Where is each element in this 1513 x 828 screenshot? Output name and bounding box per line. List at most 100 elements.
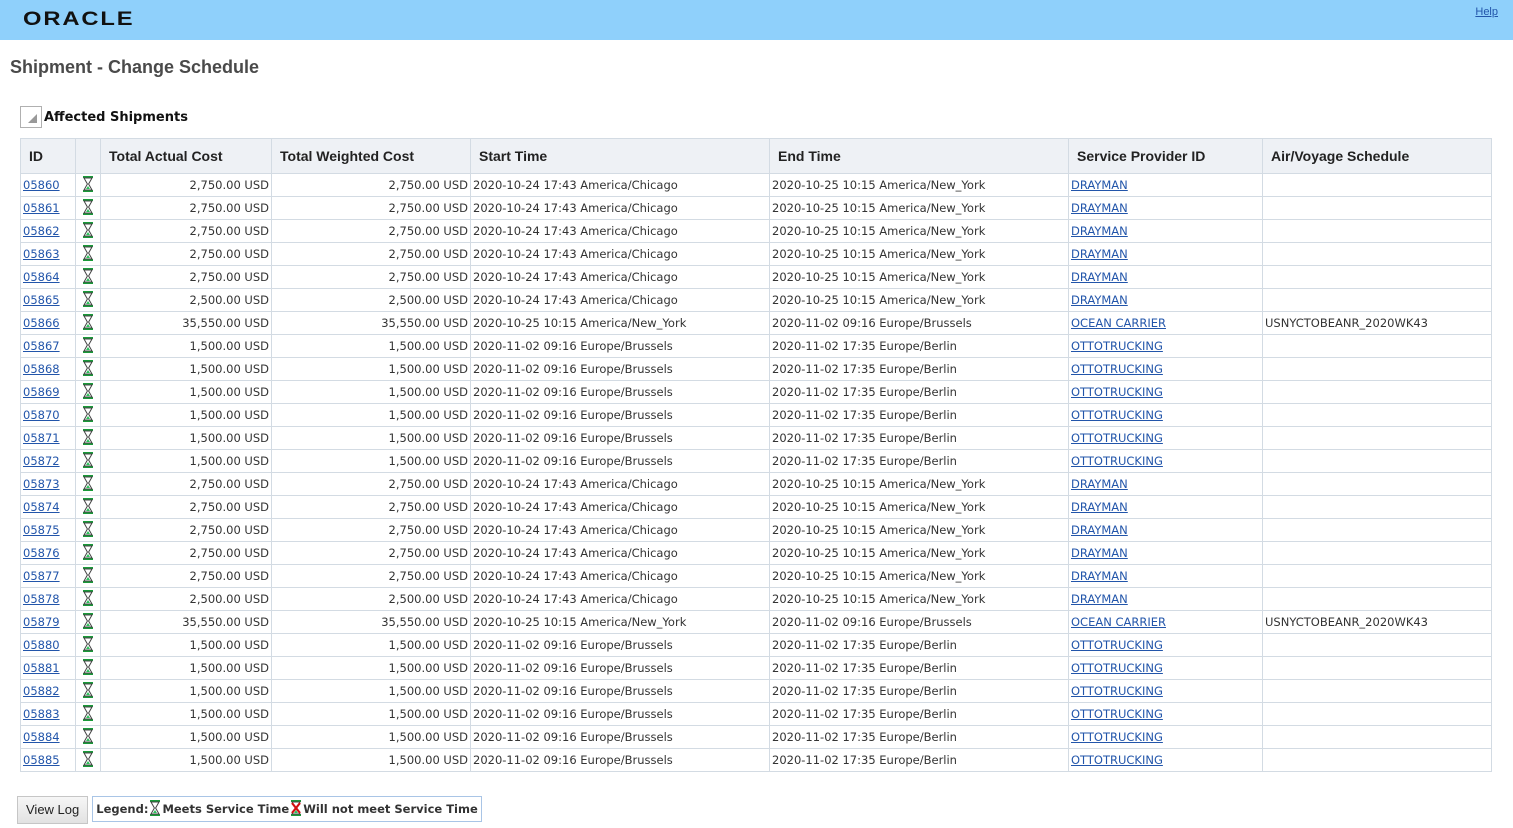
total-weighted-cost: 35,550.00 USD <box>271 311 471 335</box>
col-start-time[interactable]: Start Time <box>470 138 770 174</box>
hourglass-green-icon <box>83 382 93 402</box>
start-time: 2020-10-24 17:43 America/Chicago <box>470 288 770 312</box>
collapse-toggle-icon[interactable] <box>20 106 42 128</box>
provider-cell: DRAYMAN <box>1068 518 1263 542</box>
shipment-id-link[interactable]: 05867 <box>23 339 60 353</box>
shipment-id-link[interactable]: 05876 <box>23 546 60 560</box>
service-provider-link[interactable]: OTTOTRUCKING <box>1071 707 1163 721</box>
shipment-id-link[interactable]: 05865 <box>23 293 60 307</box>
shipment-id-link[interactable]: 05875 <box>23 523 60 537</box>
shipment-id-link[interactable]: 05869 <box>23 385 60 399</box>
total-weighted-cost: 2,750.00 USD <box>271 518 471 542</box>
end-time: 2020-11-02 09:16 Europe/Brussels <box>769 610 1069 634</box>
table-row: 05885 1,500.00 USD 1,500.00 USD 2020-11-… <box>20 748 1492 772</box>
air-voyage-schedule <box>1262 426 1492 450</box>
service-provider-link[interactable]: OTTOTRUCKING <box>1071 362 1163 376</box>
col-end-time[interactable]: End Time <box>769 138 1069 174</box>
start-time: 2020-11-02 09:16 Europe/Brussels <box>470 679 770 703</box>
provider-cell: DRAYMAN <box>1068 288 1263 312</box>
service-provider-link[interactable]: DRAYMAN <box>1071 270 1128 284</box>
col-total-weighted-cost[interactable]: Total Weighted Cost <box>271 138 471 174</box>
id-cell: 05877 <box>20 564 76 588</box>
shipment-id-link[interactable]: 05880 <box>23 638 60 652</box>
id-cell: 05863 <box>20 242 76 266</box>
view-log-button[interactable]: View Log <box>17 796 89 824</box>
start-time: 2020-11-02 09:16 Europe/Brussels <box>470 380 770 404</box>
end-time: 2020-10-25 10:15 America/New_York <box>769 495 1069 519</box>
shipment-id-link[interactable]: 05868 <box>23 362 60 376</box>
shipment-id-link[interactable]: 05885 <box>23 753 60 767</box>
service-provider-link[interactable]: OTTOTRUCKING <box>1071 638 1163 652</box>
status-cell <box>75 219 101 243</box>
shipment-id-link[interactable]: 05863 <box>23 247 60 261</box>
shipment-id-link[interactable]: 05864 <box>23 270 60 284</box>
total-actual-cost: 2,750.00 USD <box>100 518 272 542</box>
shipment-id-link[interactable]: 05884 <box>23 730 60 744</box>
help-link[interactable]: Help <box>1475 6 1498 18</box>
table-row: 05876 2,750.00 USD 2,750.00 USD 2020-10-… <box>20 541 1492 565</box>
service-provider-link[interactable]: DRAYMAN <box>1071 569 1128 583</box>
end-time: 2020-10-25 10:15 America/New_York <box>769 196 1069 220</box>
id-cell: 05873 <box>20 472 76 496</box>
service-provider-link[interactable]: OTTOTRUCKING <box>1071 431 1163 445</box>
provider-cell: DRAYMAN <box>1068 242 1263 266</box>
shipment-id-link[interactable]: 05874 <box>23 500 60 514</box>
shipment-id-link[interactable]: 05878 <box>23 592 60 606</box>
shipment-id-link[interactable]: 05870 <box>23 408 60 422</box>
service-provider-link[interactable]: OTTOTRUCKING <box>1071 753 1163 767</box>
service-provider-link[interactable]: DRAYMAN <box>1071 500 1128 514</box>
end-time: 2020-10-25 10:15 America/New_York <box>769 587 1069 611</box>
shipment-id-link[interactable]: 05872 <box>23 454 60 468</box>
table-row: 05864 2,750.00 USD 2,750.00 USD 2020-10-… <box>20 265 1492 289</box>
service-provider-link[interactable]: DRAYMAN <box>1071 477 1128 491</box>
service-provider-link[interactable]: OCEAN CARRIER <box>1071 316 1166 330</box>
status-cell <box>75 472 101 496</box>
service-provider-link[interactable]: OTTOTRUCKING <box>1071 684 1163 698</box>
col-service-provider-id[interactable]: Service Provider ID <box>1068 138 1263 174</box>
hourglass-green-icon <box>83 589 93 609</box>
service-provider-link[interactable]: OTTOTRUCKING <box>1071 385 1163 399</box>
service-provider-link[interactable]: OTTOTRUCKING <box>1071 454 1163 468</box>
col-total-actual-cost[interactable]: Total Actual Cost <box>100 138 272 174</box>
shipment-id-link[interactable]: 05873 <box>23 477 60 491</box>
provider-cell: OTTOTRUCKING <box>1068 702 1263 726</box>
service-provider-link[interactable]: DRAYMAN <box>1071 178 1128 192</box>
service-provider-link[interactable]: DRAYMAN <box>1071 523 1128 537</box>
table-row: 05875 2,750.00 USD 2,750.00 USD 2020-10-… <box>20 518 1492 542</box>
id-cell: 05871 <box>20 426 76 450</box>
service-provider-link[interactable]: DRAYMAN <box>1071 293 1128 307</box>
start-time: 2020-11-02 09:16 Europe/Brussels <box>470 748 770 772</box>
col-id[interactable]: ID <box>20 138 76 174</box>
shipment-id-link[interactable]: 05879 <box>23 615 60 629</box>
service-provider-link[interactable]: DRAYMAN <box>1071 201 1128 215</box>
shipment-id-link[interactable]: 05871 <box>23 431 60 445</box>
shipment-id-link[interactable]: 05877 <box>23 569 60 583</box>
service-provider-link[interactable]: DRAYMAN <box>1071 592 1128 606</box>
shipment-id-link[interactable]: 05862 <box>23 224 60 238</box>
service-provider-link[interactable]: OTTOTRUCKING <box>1071 339 1163 353</box>
status-cell <box>75 610 101 634</box>
total-actual-cost: 35,550.00 USD <box>100 311 272 335</box>
start-time: 2020-10-24 17:43 America/Chicago <box>470 472 770 496</box>
end-time: 2020-11-02 17:35 Europe/Berlin <box>769 679 1069 703</box>
service-provider-link[interactable]: OTTOTRUCKING <box>1071 408 1163 422</box>
provider-cell: OTTOTRUCKING <box>1068 748 1263 772</box>
id-cell: 05882 <box>20 679 76 703</box>
service-provider-link[interactable]: DRAYMAN <box>1071 546 1128 560</box>
start-time: 2020-10-24 17:43 America/Chicago <box>470 495 770 519</box>
service-provider-link[interactable]: DRAYMAN <box>1071 224 1128 238</box>
table-row: 05874 2,750.00 USD 2,750.00 USD 2020-10-… <box>20 495 1492 519</box>
shipment-id-link[interactable]: 05860 <box>23 178 60 192</box>
service-provider-link[interactable]: OTTOTRUCKING <box>1071 661 1163 675</box>
col-air-voyage-schedule[interactable]: Air/Voyage Schedule <box>1262 138 1492 174</box>
shipment-id-link[interactable]: 05866 <box>23 316 60 330</box>
service-provider-link[interactable]: OCEAN CARRIER <box>1071 615 1166 629</box>
shipment-id-link[interactable]: 05861 <box>23 201 60 215</box>
shipment-id-link[interactable]: 05882 <box>23 684 60 698</box>
total-weighted-cost: 1,500.00 USD <box>271 656 471 680</box>
air-voyage-schedule <box>1262 196 1492 220</box>
shipment-id-link[interactable]: 05881 <box>23 661 60 675</box>
service-provider-link[interactable]: OTTOTRUCKING <box>1071 730 1163 744</box>
shipment-id-link[interactable]: 05883 <box>23 707 60 721</box>
service-provider-link[interactable]: DRAYMAN <box>1071 247 1128 261</box>
